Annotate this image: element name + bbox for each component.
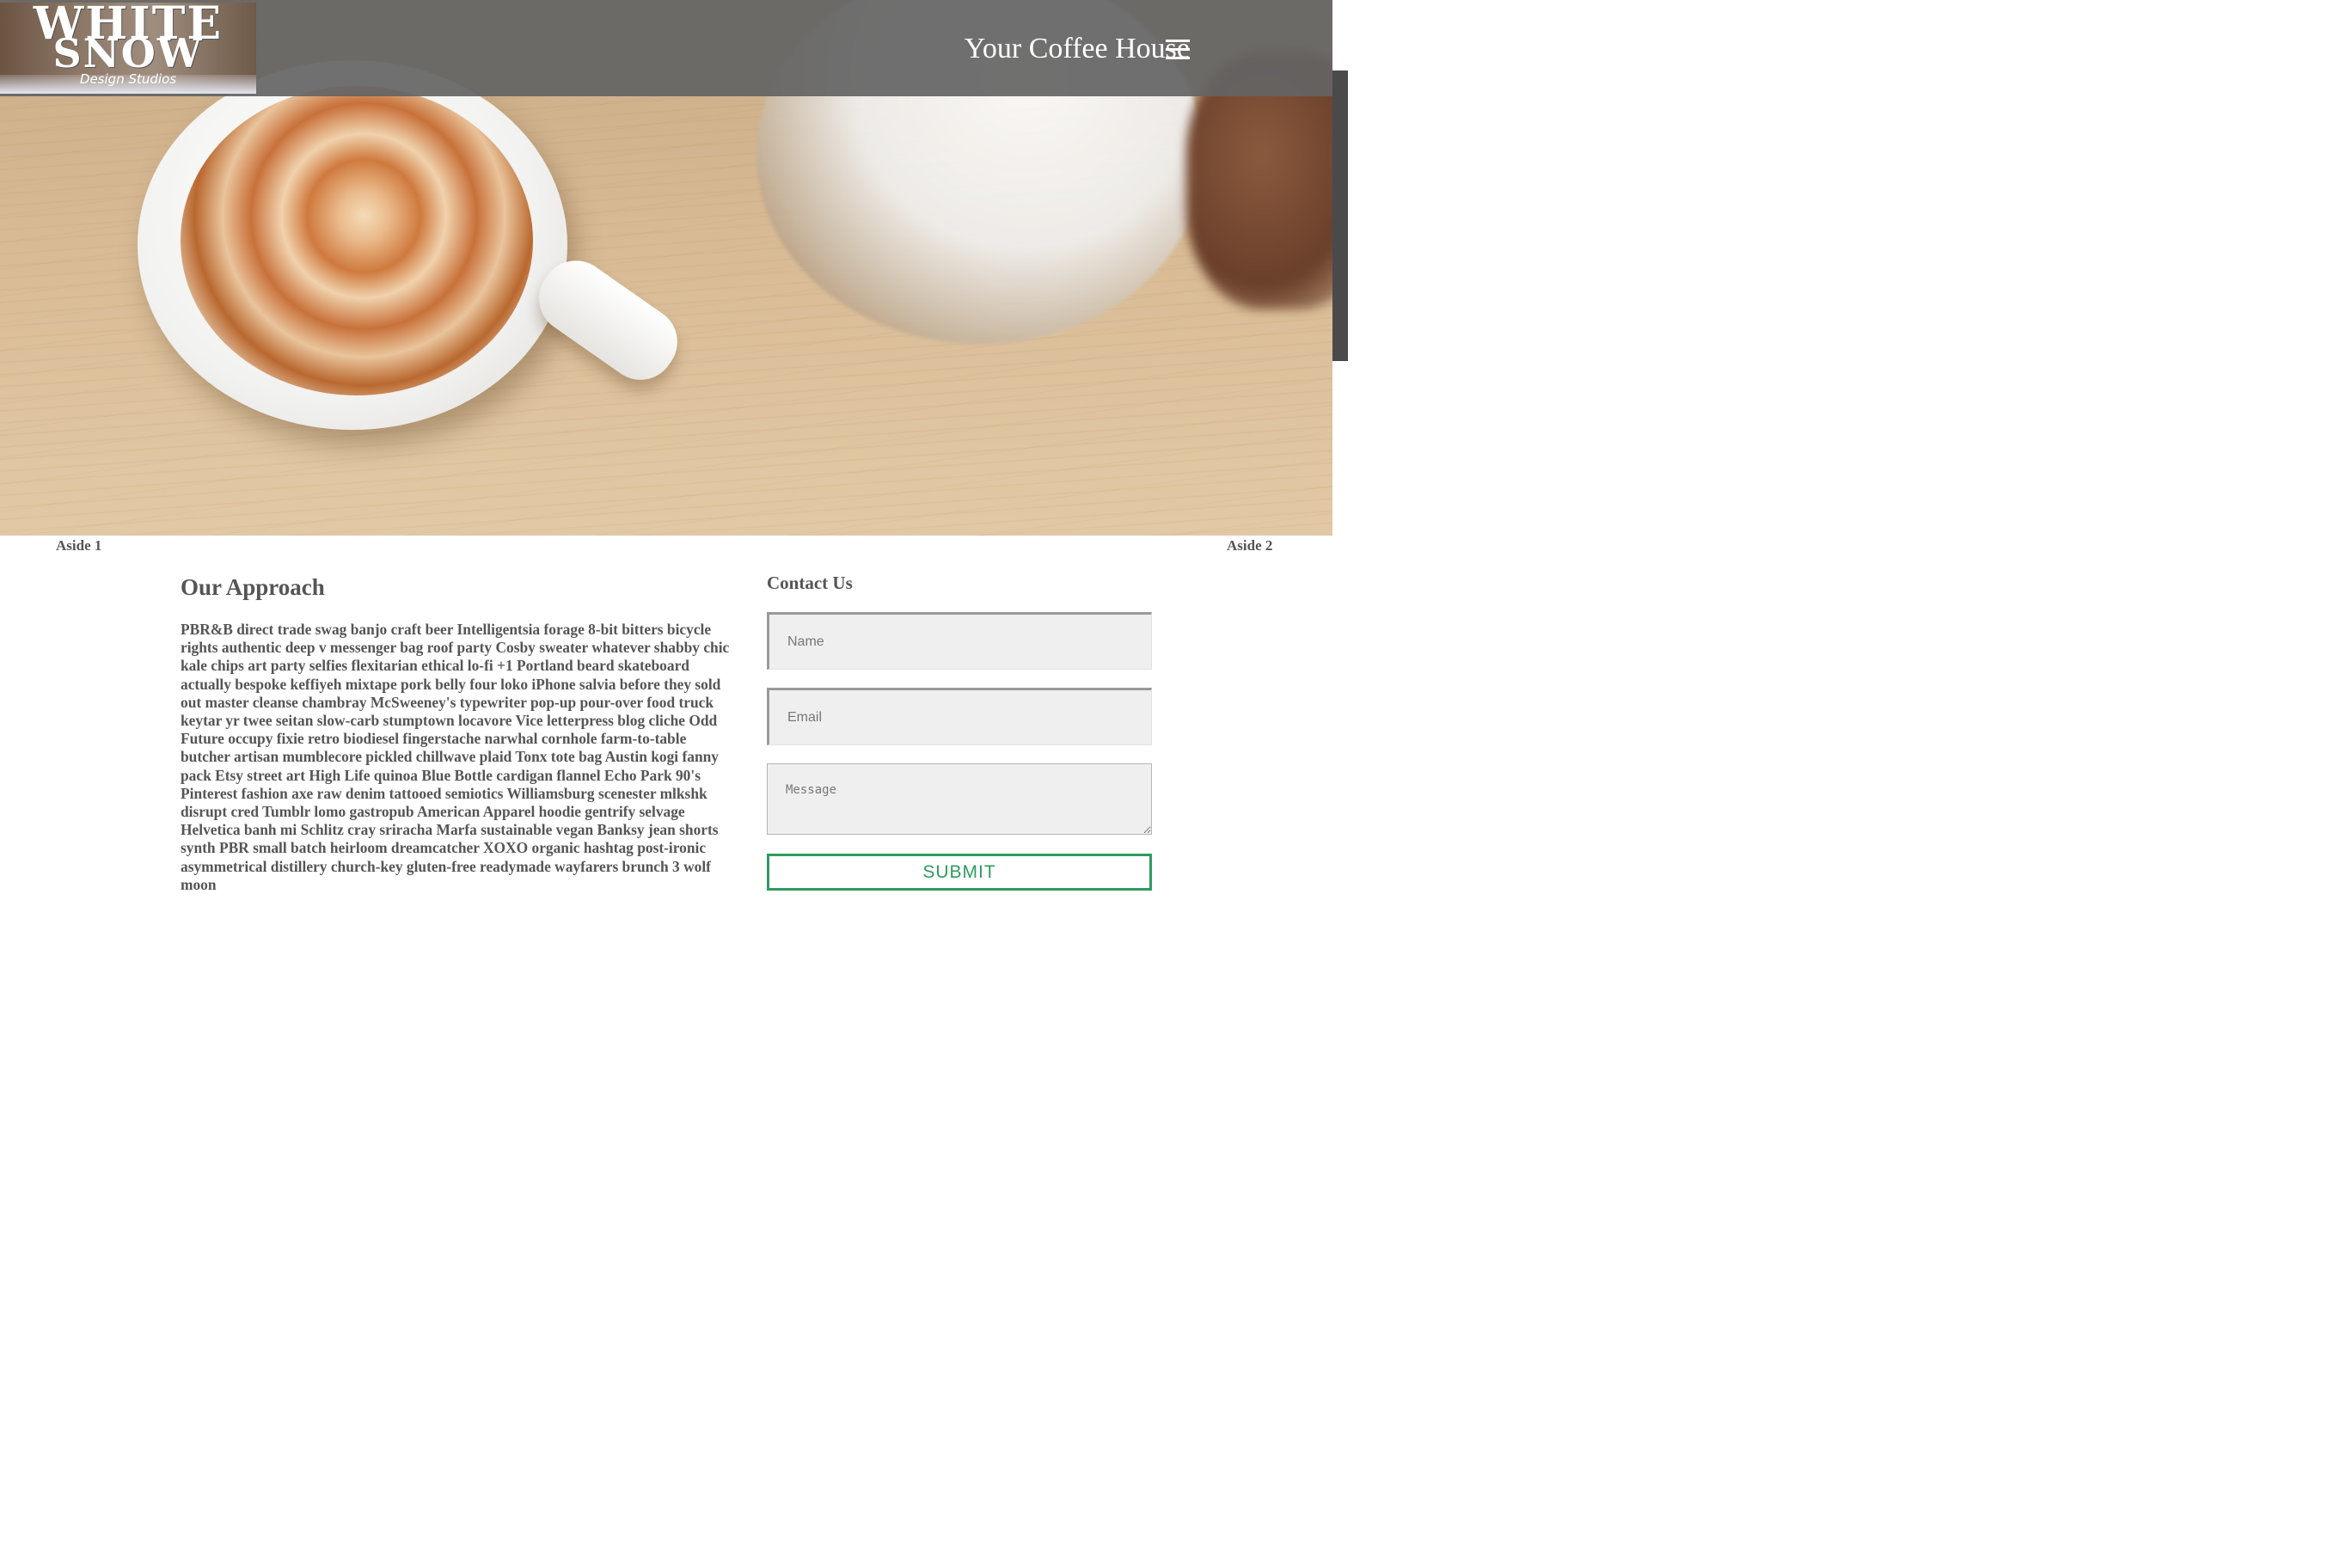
aside-2-label: Aside 2 — [1227, 537, 1273, 554]
logo-tagline: Design Studios — [79, 71, 177, 87]
aside-1-label: Aside 1 — [56, 537, 102, 554]
site-title: Your Coffee House — [964, 33, 1190, 64]
email-input[interactable] — [767, 688, 1152, 745]
page-scrollbar[interactable] — [1332, 0, 1348, 898]
submit-button[interactable]: SUBMIT — [767, 854, 1152, 891]
menu-icon-bar — [1166, 48, 1190, 51]
header-bar: WHITE SNOW Design Studios Your Coffee Ho… — [0, 0, 1332, 96]
site-logo[interactable]: WHITE SNOW Design Studios — [0, 3, 256, 94]
menu-icon-bar — [1166, 57, 1190, 59]
message-textarea[interactable] — [767, 763, 1152, 835]
approach-body-text: PBR&B direct trade swag banjo craft beer… — [181, 621, 730, 893]
approach-heading: Our Approach — [181, 574, 325, 600]
name-input[interactable] — [767, 612, 1152, 670]
page: WHITE SNOW Design Studios Your Coffee Ho… — [0, 0, 1348, 898]
menu-icon-bar — [1166, 40, 1190, 42]
hamburger-menu-icon[interactable] — [1166, 37, 1190, 63]
scrollbar-thumb[interactable] — [1332, 70, 1348, 361]
contact-heading: Contact Us — [767, 573, 853, 593]
logo-text-line2: SNOW — [52, 30, 204, 77]
latte-art — [181, 86, 533, 395]
